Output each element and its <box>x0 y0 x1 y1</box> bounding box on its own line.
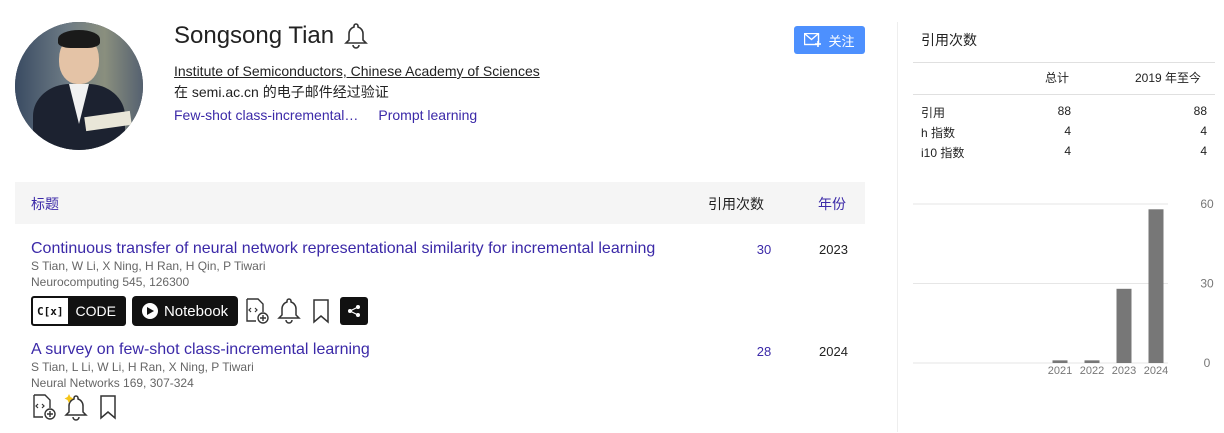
mail-plus-icon <box>804 33 822 47</box>
stat-row-citations: 引用 88 88 <box>921 104 1209 124</box>
x-tick-label: 2023 <box>1112 365 1136 377</box>
paper-year: 2024 <box>819 344 848 359</box>
cited-by-link[interactable]: 30 <box>754 242 774 257</box>
stat-row-i10-index: i10 指数 4 4 <box>921 144 1209 164</box>
notebook-label: Notebook <box>163 302 229 320</box>
add-code-icon[interactable] <box>31 393 57 421</box>
stat-row-h-index: h 指数 4 4 <box>921 124 1209 144</box>
cited-by-link[interactable]: 28 <box>754 344 774 359</box>
sort-by-title[interactable]: 标题 <box>31 194 59 214</box>
paper-authors: S Tian, W Li, X Ning, H Ran, H Qin, P Ti… <box>31 259 266 273</box>
x-tick-label: 2024 <box>1144 365 1168 377</box>
table-header: 标题 引用次数 年份 <box>15 182 865 224</box>
verified-email: 在 semi.ac.cn 的电子邮件经过验证 <box>174 84 389 100</box>
y-tick-label: 60 <box>1200 197 1214 211</box>
code-prefix: C[x] <box>33 298 68 324</box>
paper-tools <box>31 393 865 421</box>
profile-name: Songsong Tian <box>174 22 335 49</box>
code-label: CODE <box>75 303 116 319</box>
code-button[interactable]: C[x] CODE <box>31 296 126 326</box>
y-tick-label: 30 <box>1200 277 1214 291</box>
bell-icon[interactable] <box>344 22 369 50</box>
stat-label: 引用 <box>921 106 946 120</box>
bookmark-icon[interactable] <box>308 297 334 325</box>
divider-line <box>913 62 1215 63</box>
affiliation-link[interactable]: Institute of Semiconductors, Chinese Aca… <box>174 63 540 79</box>
paper-title-link[interactable]: Continuous transfer of neural network re… <box>31 240 655 257</box>
bell-icon[interactable] <box>276 297 302 325</box>
interest-link[interactable]: Few-shot class-incremental… <box>174 107 358 123</box>
follow-label: 关注 <box>828 33 855 49</box>
x-tick-label: 2021 <box>1048 365 1072 377</box>
stat-label: h 指数 <box>921 126 956 140</box>
bar-2022[interactable] <box>1084 360 1100 363</box>
cited-by-title: 引用次数 <box>921 32 977 48</box>
bar-2023[interactable] <box>1116 288 1132 363</box>
notebook-button[interactable]: Notebook <box>131 296 239 326</box>
sort-by-year[interactable]: 年份 <box>818 194 846 214</box>
stat-total: 4 <box>1064 124 1071 138</box>
bar-2021[interactable] <box>1052 360 1068 363</box>
bar-2024[interactable] <box>1148 209 1164 363</box>
paper-tools: C[x] CODE Notebook <box>31 296 865 326</box>
stat-since: 88 <box>1193 104 1207 118</box>
table-row: Continuous transfer of neural network re… <box>31 240 865 326</box>
paper-venue: Neural Networks 169, 307-324 <box>31 376 194 390</box>
stat-total: 88 <box>1057 104 1071 118</box>
paper-authors: S Tian, L Li, W Li, H Ran, X Ning, P Tiw… <box>31 360 254 374</box>
bookmark-icon[interactable] <box>95 393 121 421</box>
divider-line <box>913 94 1215 95</box>
paper-venue: Neurocomputing 545, 126300 <box>31 275 190 289</box>
paper-title-link[interactable]: A survey on few-shot class-incremental l… <box>31 341 370 358</box>
profile-name-row: Songsong Tian <box>174 22 369 50</box>
col-total: 总计 <box>1045 71 1070 85</box>
research-interests: Few-shot class-incremental… Prompt learn… <box>174 107 477 123</box>
table-row: A survey on few-shot class-incremental l… <box>31 341 865 421</box>
play-icon <box>141 303 158 319</box>
add-code-icon[interactable] <box>244 297 270 325</box>
stat-since: 4 <box>1200 144 1207 158</box>
profile-photo <box>15 22 143 150</box>
bell-sparkle-icon[interactable] <box>63 393 89 421</box>
stat-label: i10 指数 <box>921 146 965 160</box>
y-tick-label: 0 <box>1204 356 1211 370</box>
col-since[interactable]: 2019 年至今 <box>1135 69 1201 86</box>
x-tick-label: 2022 <box>1080 365 1104 377</box>
follow-button[interactable]: 关注 <box>794 26 865 54</box>
sort-by-citations[interactable]: 引用次数 <box>708 194 764 214</box>
share-icon[interactable] <box>340 297 369 325</box>
paper-year: 2023 <box>819 242 848 257</box>
citations-bar-chart: 0 30 60 2021 2022 2023 2024 <box>913 197 1214 377</box>
stat-since: 4 <box>1200 124 1207 138</box>
stat-total: 4 <box>1064 144 1071 158</box>
interest-link[interactable]: Prompt learning <box>378 107 477 123</box>
panel-divider <box>897 22 898 432</box>
